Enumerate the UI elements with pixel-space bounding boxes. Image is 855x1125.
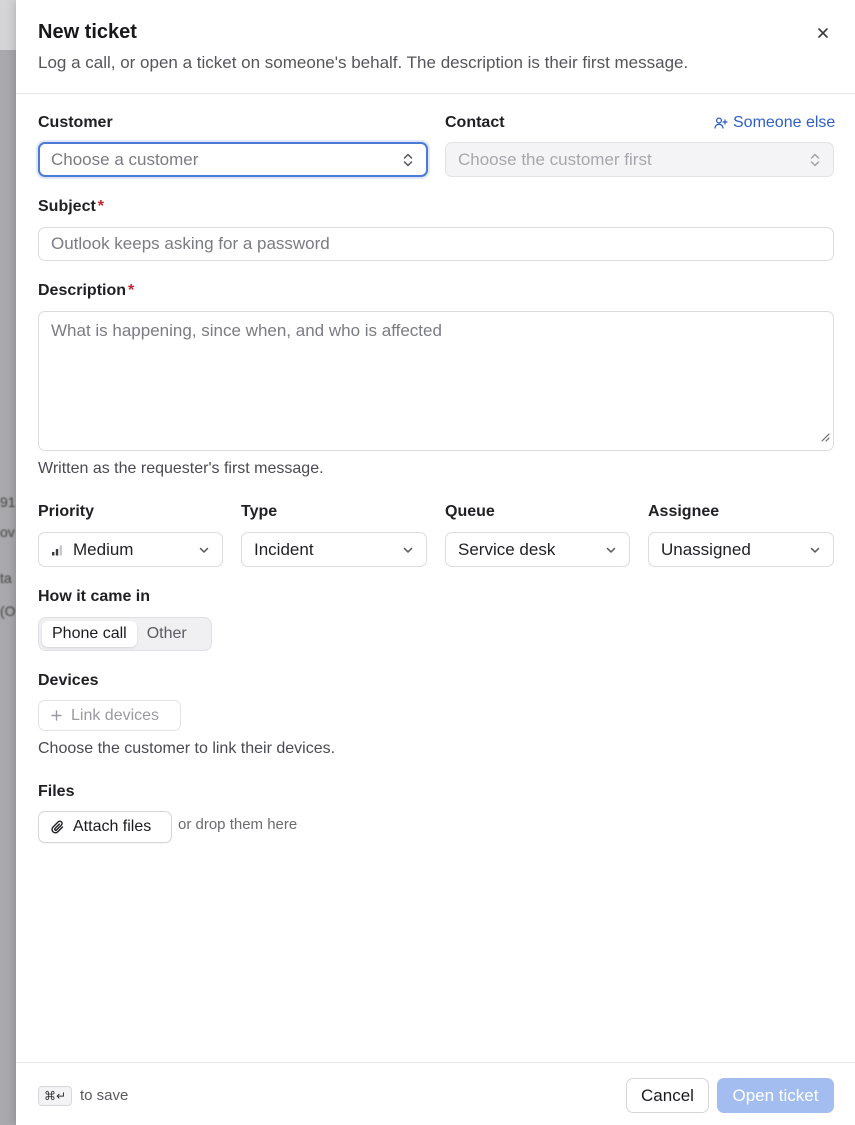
- subject-label: Subject *: [38, 198, 104, 216]
- subject-placeholder: Outlook keeps asking for a password: [51, 234, 330, 253]
- type-select[interactable]: Incident: [241, 532, 427, 567]
- devices-label: Devices: [38, 672, 99, 689]
- type-label: Type: [241, 503, 278, 520]
- link-devices-button[interactable]: Link devices: [38, 700, 181, 731]
- description-placeholder: What is happening, since when, and who i…: [51, 321, 442, 340]
- background-fragment: ov: [0, 524, 15, 540]
- priority-label: Priority: [38, 503, 95, 520]
- description-textarea[interactable]: What is happening, since when, and who i…: [38, 311, 834, 451]
- sheet-header: New ticket Log a call, or open a ticket …: [16, 0, 855, 94]
- channel-option-other[interactable]: Other: [137, 621, 197, 647]
- background-topbar: [0, 0, 16, 50]
- background-page: 91 ov ta (O: [0, 0, 16, 1125]
- subject-label-text: Subject: [38, 198, 96, 215]
- required-mark: *: [128, 282, 135, 299]
- contact-label: Contact: [445, 114, 505, 131]
- description-hint: Written as the requester's first message…: [38, 460, 324, 477]
- priority-value: Medium: [73, 539, 134, 559]
- resize-grip-icon[interactable]: [820, 427, 830, 447]
- chevron-down-icon: [198, 544, 210, 556]
- new-ticket-sheet: New ticket Log a call, or open a ticket …: [16, 0, 855, 1125]
- priority-select[interactable]: Medium: [38, 532, 223, 567]
- page-title: New ticket: [38, 21, 137, 43]
- required-mark: *: [97, 198, 105, 215]
- assignee-label: Assignee: [648, 503, 720, 520]
- chevron-updown-icon: [402, 152, 414, 168]
- chevron-down-icon: [809, 544, 821, 556]
- open-ticket-button[interactable]: Open ticket: [717, 1078, 834, 1113]
- save-hint: to save: [80, 1087, 129, 1104]
- sheet-footer: ⌘↵ to save Cancel Open ticket: [16, 1062, 855, 1125]
- someone-else-label: Someone else: [733, 114, 836, 131]
- customer-placeholder: Choose a customer: [51, 149, 199, 169]
- chevron-updown-icon: [809, 152, 821, 168]
- contact-placeholder: Choose the customer first: [458, 149, 652, 169]
- subject-input[interactable]: Outlook keeps asking for a password: [38, 227, 834, 261]
- plus-icon: [51, 710, 62, 721]
- description-label-text: Description: [38, 282, 127, 299]
- chevron-down-icon: [402, 544, 414, 556]
- background-fragment: (O: [0, 603, 16, 619]
- assignee-value: Unassigned: [661, 539, 751, 559]
- close-icon: [818, 28, 828, 38]
- channel-label: How it came in: [38, 588, 151, 605]
- someone-else-link[interactable]: Someone else: [714, 114, 835, 132]
- description-label: Description *: [38, 282, 134, 300]
- queue-select[interactable]: Service desk: [445, 532, 630, 567]
- attach-files-button[interactable]: Attach files: [38, 811, 172, 843]
- attach-files-label: Attach files: [73, 818, 152, 835]
- signal-bars-icon: [52, 545, 62, 555]
- files-label: Files: [38, 783, 75, 800]
- channel-segmented-control: Phone call Other: [38, 617, 212, 651]
- drop-hint: or drop them here: [178, 816, 298, 833]
- channel-option-phone-call[interactable]: Phone call: [42, 621, 137, 647]
- link-devices-label: Link devices: [71, 706, 160, 724]
- background-fragment: ta: [0, 570, 12, 586]
- close-button[interactable]: [812, 22, 834, 44]
- customer-select[interactable]: Choose a customer: [38, 142, 428, 177]
- cancel-button[interactable]: Cancel: [626, 1078, 709, 1113]
- page-subtitle: Log a call, or open a ticket on someone'…: [38, 53, 689, 72]
- chevron-down-icon: [605, 544, 617, 556]
- background-fragment: 91: [0, 494, 16, 510]
- type-value: Incident: [254, 539, 314, 559]
- user-plus-icon: [714, 117, 728, 129]
- queue-label: Queue: [445, 503, 495, 520]
- queue-value: Service desk: [458, 539, 556, 559]
- keyboard-shortcut: ⌘↵: [38, 1086, 73, 1106]
- contact-select[interactable]: Choose the customer first: [445, 142, 834, 177]
- devices-hint: Choose the customer to link their device…: [38, 740, 336, 757]
- customer-label: Customer: [38, 114, 113, 131]
- paperclip-icon: [51, 820, 64, 833]
- assignee-select[interactable]: Unassigned: [648, 532, 834, 567]
